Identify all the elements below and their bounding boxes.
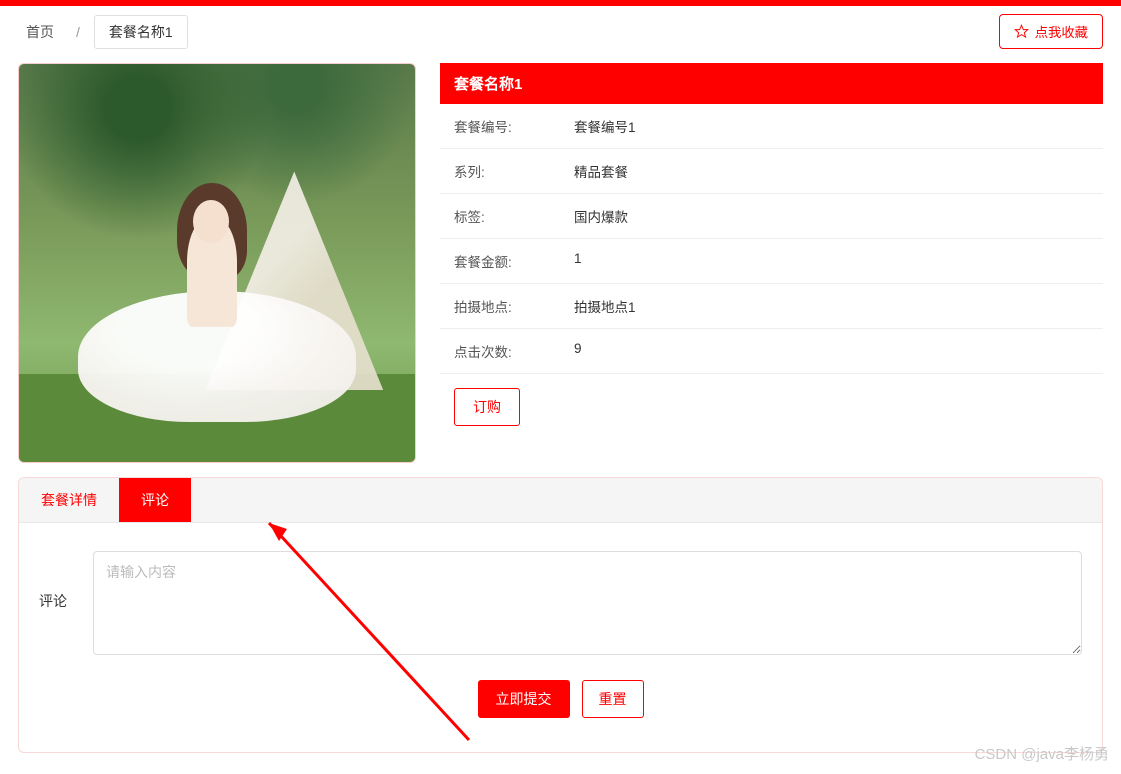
- info-row-label: 套餐编号:: [454, 116, 574, 136]
- breadcrumb-current: 套餐名称1: [94, 15, 188, 49]
- header-row: 首页 / 套餐名称1 点我收藏: [18, 6, 1103, 63]
- info-row-label: 点击次数:: [454, 341, 574, 361]
- info-row: 套餐编号:套餐编号1: [440, 104, 1103, 149]
- product-image: [18, 63, 416, 463]
- info-row: 点击次数:9: [440, 329, 1103, 374]
- info-row-value: 精品套餐: [574, 161, 1089, 181]
- info-row-value: 拍摄地点1: [574, 296, 1089, 316]
- breadcrumb-separator: /: [76, 24, 80, 40]
- info-row: 系列:精品套餐: [440, 149, 1103, 194]
- info-row: 标签:国内爆款: [440, 194, 1103, 239]
- info-row-value: 9: [574, 341, 1089, 361]
- comment-textarea[interactable]: [93, 551, 1082, 655]
- tab-bar: 套餐详情 评论: [19, 478, 1102, 523]
- tab-content-comment: 评论 立即提交 重置: [19, 523, 1102, 752]
- star-icon: [1014, 24, 1029, 39]
- info-row: 拍摄地点:拍摄地点1: [440, 284, 1103, 329]
- content-row: 套餐名称1 套餐编号:套餐编号1系列:精品套餐标签:国内爆款套餐金额:1拍摄地点…: [18, 63, 1103, 477]
- tab-detail[interactable]: 套餐详情: [19, 478, 119, 522]
- breadcrumb: 首页 / 套餐名称1: [18, 15, 188, 49]
- info-row-label: 标签:: [454, 206, 574, 226]
- reset-button[interactable]: 重置: [582, 680, 644, 718]
- info-row-value: 套餐编号1: [574, 116, 1089, 136]
- info-row-value: 国内爆款: [574, 206, 1089, 226]
- info-row-label: 拍摄地点:: [454, 296, 574, 316]
- comment-field-label: 评论: [39, 551, 79, 611]
- info-row-label: 系列:: [454, 161, 574, 181]
- favorite-label: 点我收藏: [1035, 22, 1088, 41]
- favorite-button[interactable]: 点我收藏: [999, 14, 1103, 49]
- order-button[interactable]: 订购: [454, 388, 520, 426]
- product-title: 套餐名称1: [440, 63, 1103, 104]
- info-row-label: 套餐金额:: [454, 251, 574, 271]
- info-panel: 套餐名称1 套餐编号:套餐编号1系列:精品套餐标签:国内爆款套餐金额:1拍摄地点…: [440, 63, 1103, 463]
- tabs-section: 套餐详情 评论 评论 立即提交 重置: [18, 477, 1103, 753]
- breadcrumb-home[interactable]: 首页: [18, 18, 62, 46]
- tab-comment[interactable]: 评论: [119, 478, 191, 522]
- info-row: 套餐金额:1: [440, 239, 1103, 284]
- info-row-value: 1: [574, 251, 1089, 271]
- submit-button[interactable]: 立即提交: [478, 680, 570, 718]
